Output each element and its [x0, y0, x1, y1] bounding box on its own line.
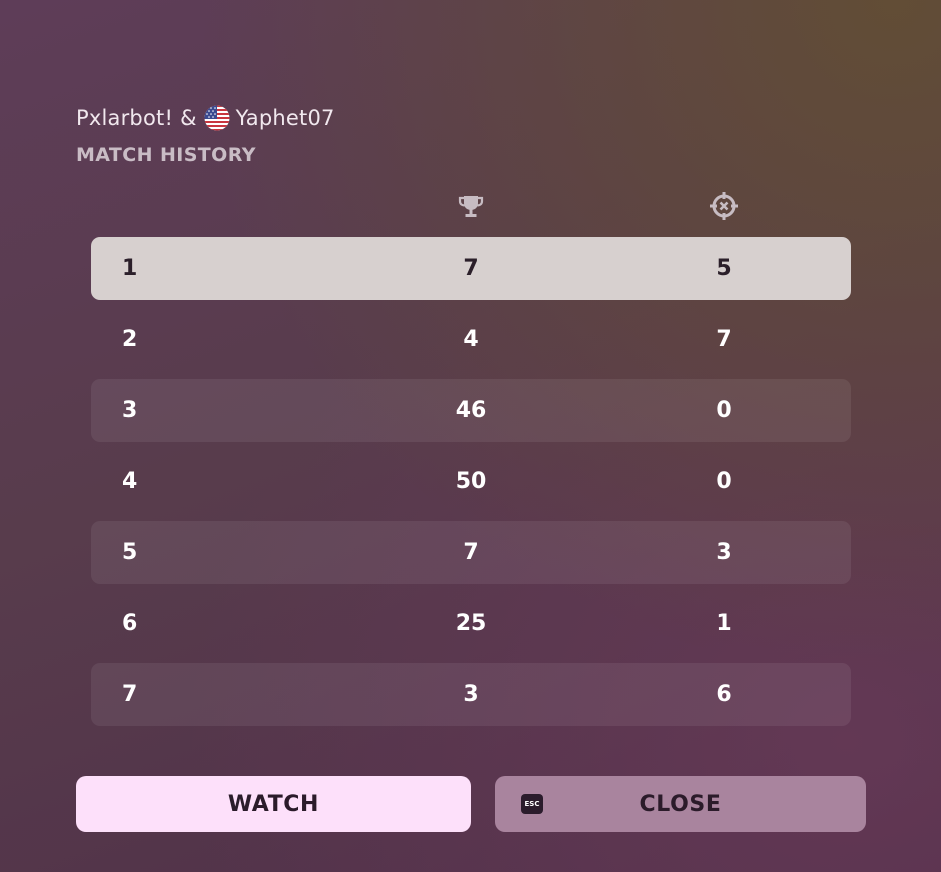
- match-trophies: 7: [463, 540, 479, 565]
- match-kills: 0: [716, 398, 732, 423]
- match-index: 6: [122, 611, 138, 636]
- table-row[interactable]: 4 50 0: [91, 450, 851, 513]
- player1-name: Pxlarbot!: [76, 106, 174, 130]
- esc-key-icon: ESC: [521, 794, 543, 814]
- table-row[interactable]: 7 3 6: [91, 663, 851, 726]
- table-row[interactable]: 3 46 0: [91, 379, 851, 442]
- match-kills: 0: [716, 469, 732, 494]
- match-trophies: 7: [463, 256, 479, 281]
- table-row[interactable]: 1 7 5: [91, 237, 851, 300]
- player2-name: Yaphet07: [235, 106, 335, 130]
- table-row[interactable]: 5 7 3: [91, 521, 851, 584]
- match-index: 5: [122, 540, 138, 565]
- match-trophies: 3: [463, 682, 479, 707]
- watch-button[interactable]: WATCH: [76, 776, 471, 832]
- match-index: 2: [122, 327, 138, 352]
- match-index: 7: [122, 682, 138, 707]
- match-kills: 6: [716, 682, 732, 707]
- column-headers: [0, 190, 941, 222]
- match-history-title: MATCH HISTORY: [76, 144, 256, 166]
- match-index: 1: [122, 256, 138, 281]
- match-kills: 5: [716, 256, 732, 281]
- crosshair-icon: [708, 190, 740, 222]
- players-separator: &: [180, 106, 197, 130]
- us-flag-icon: [204, 105, 230, 131]
- match-trophies: 25: [455, 611, 487, 636]
- match-history-table: 1 7 5 2 4 7 3 46 0 4 50 0 5 7 3 6 25 1 7…: [91, 237, 851, 734]
- match-trophies: 46: [455, 398, 487, 423]
- match-index: 3: [122, 398, 138, 423]
- match-index: 4: [122, 469, 138, 494]
- table-row[interactable]: 2 4 7: [91, 308, 851, 371]
- match-trophies: 50: [455, 469, 487, 494]
- watch-button-label: WATCH: [227, 791, 320, 817]
- match-header: Pxlarbot! & Yaphet07 MATCH HISTORY: [76, 102, 335, 166]
- trophy-icon: [455, 190, 487, 222]
- close-button-label: CLOSE: [639, 791, 722, 817]
- match-kills: 1: [716, 611, 732, 636]
- players-line: Pxlarbot! & Yaphet07: [76, 102, 335, 134]
- match-kills: 3: [716, 540, 732, 565]
- table-row[interactable]: 6 25 1: [91, 592, 851, 655]
- match-trophies: 4: [463, 327, 479, 352]
- close-button[interactable]: ESC CLOSE: [495, 776, 866, 832]
- match-kills: 7: [716, 327, 732, 352]
